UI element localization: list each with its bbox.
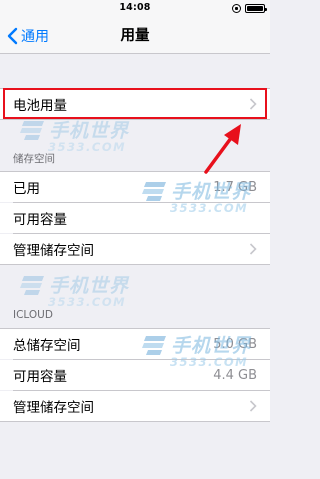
watermark-mark-icon [142,181,166,201]
icloud-available-value: 4.4 GB [213,367,257,383]
watermark-logo: 手机世界 3533.COM [20,116,129,154]
battery-icon [245,4,267,13]
watermark-domain: 3533.COM [48,295,127,309]
watermark-logo: 手机世界 3533.COM [142,177,251,215]
highlight-box [3,88,267,119]
watermark-brand: 手机世界 [49,275,130,297]
navigation-bar: 用量 通用 [0,18,270,54]
back-button[interactable]: 通用 [6,18,49,54]
chevron-right-icon [249,400,257,412]
watermark-logo: 手机世界 3533.COM [20,271,129,309]
chevron-left-icon [7,27,18,45]
rotation-lock-icon [232,4,241,13]
manage-storage-row[interactable]: 管理储存空间 [0,234,270,264]
watermark-logo: 手机世界 3533.COM [142,331,251,369]
watermark-mark-icon [142,335,166,355]
status-icons [232,4,267,13]
icloud-manage-storage-row[interactable]: 管理储存空间 [0,391,270,421]
watermark-domain: 3533.COM [48,140,127,154]
watermark-mark-icon [20,120,44,140]
back-button-label: 通用 [21,29,49,45]
manage-storage-label: 管理储存空间 [13,243,94,259]
group-border [0,421,270,422]
watermark-brand: 手机世界 [49,120,130,142]
watermark-brand: 手机世界 [171,181,252,203]
watermark-domain: 3533.COM [170,201,249,215]
group-border [0,264,270,265]
chevron-right-icon [249,243,257,255]
icloud-section-header: ICLOUD [13,309,53,321]
status-bar: 14:08 [0,0,270,18]
watermark-brand: 手机世界 [171,335,252,357]
watermark-domain: 3533.COM [170,355,249,369]
watermark-mark-icon [20,275,44,295]
icloud-manage-storage-label: 管理储存空间 [13,400,94,416]
status-time: 14:08 [119,2,151,13]
